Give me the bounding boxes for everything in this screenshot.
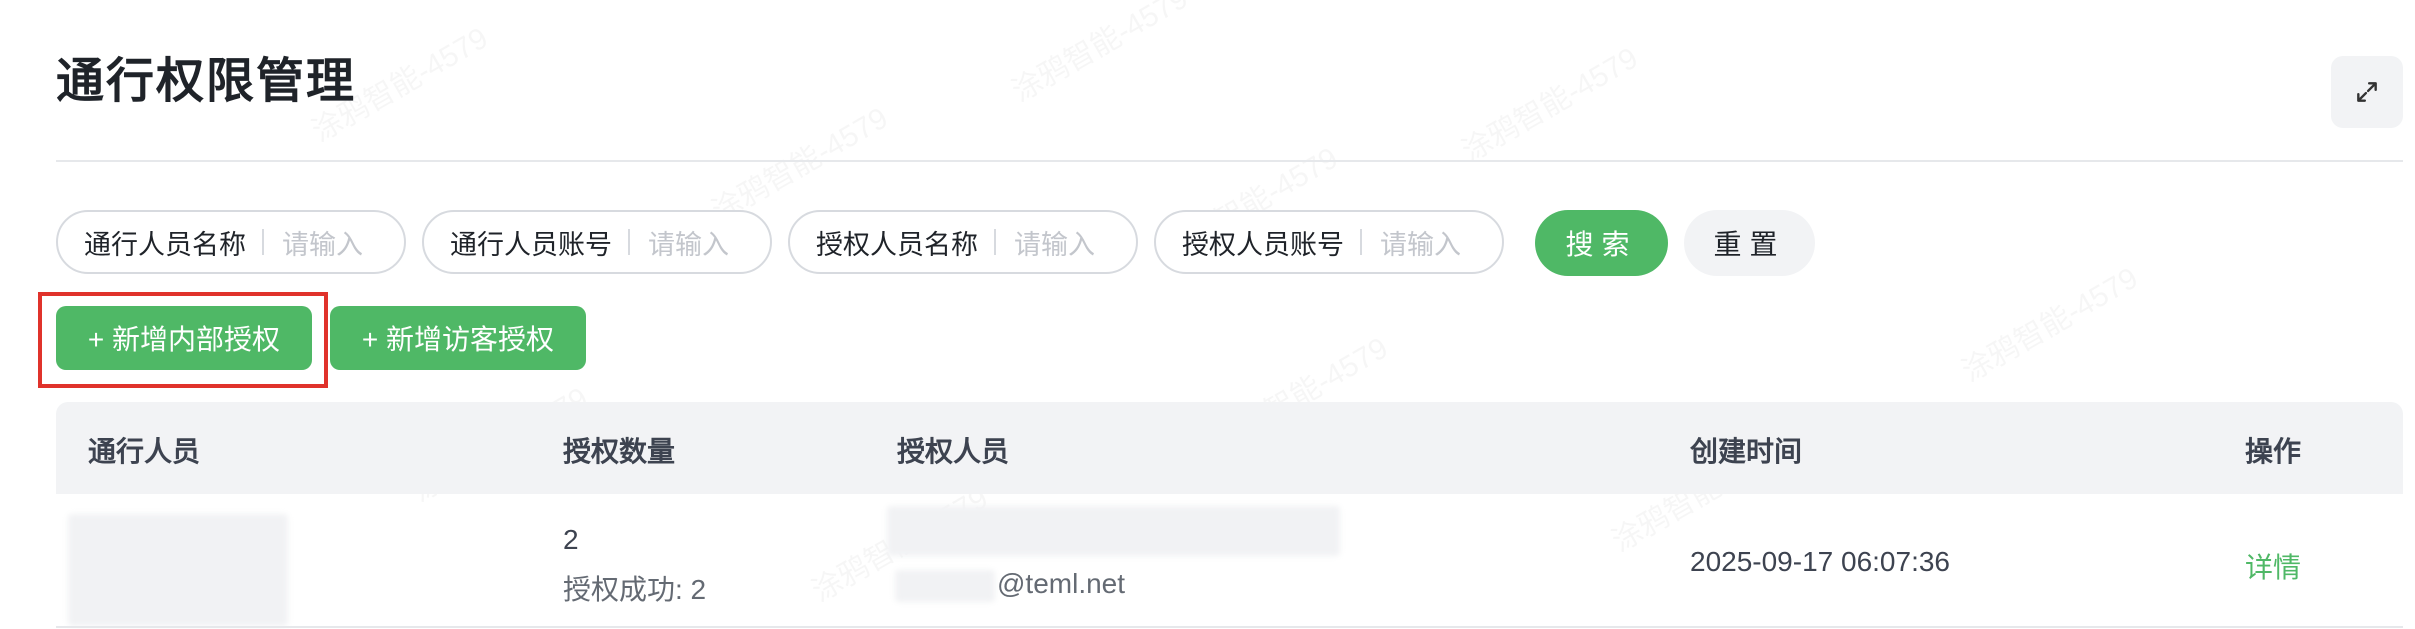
page-title: 通行权限管理 bbox=[56, 55, 357, 108]
filter-separator bbox=[262, 229, 264, 255]
filter-label: 授权人员账号 bbox=[1182, 229, 1344, 260]
filter-pass-person-account[interactable]: 通行人员账号 请输入 bbox=[422, 210, 772, 274]
column-header-authorizer[interactable]: 授权人员 bbox=[897, 430, 1009, 470]
filter-input[interactable]: 请输入 bbox=[1380, 223, 1461, 262]
reset-button[interactable]: 重置 bbox=[1684, 210, 1815, 276]
highlight-annotation bbox=[38, 292, 328, 388]
table-header bbox=[56, 402, 2403, 494]
filter-label: 通行人员名称 bbox=[84, 229, 246, 260]
filter-separator bbox=[994, 229, 996, 255]
filter-label: 授权人员名称 bbox=[816, 229, 978, 260]
filter-input[interactable]: 请输入 bbox=[1014, 223, 1095, 262]
filter-input[interactable]: 请输入 bbox=[648, 223, 729, 262]
column-header-pass-person[interactable]: 通行人员 bbox=[88, 430, 200, 470]
created-time-value: 2025-09-17 06:07:36 bbox=[1690, 546, 1950, 577]
filter-input[interactable]: 请输入 bbox=[282, 223, 363, 262]
filter-label: 通行人员账号 bbox=[450, 229, 612, 260]
column-header-created-time[interactable]: 创建时间 bbox=[1690, 430, 1802, 470]
pass-person-avatar-redacted bbox=[68, 514, 288, 626]
filter-separator bbox=[628, 229, 630, 255]
detail-link[interactable]: 详情 bbox=[2245, 546, 2301, 586]
watermark-text: 涂鸦智能-4579 bbox=[1452, 34, 1644, 170]
row-divider bbox=[56, 626, 2403, 628]
filter-pass-person-name[interactable]: 通行人员名称 请输入 bbox=[56, 210, 406, 274]
header-divider bbox=[56, 160, 2403, 162]
auth-success-count: 授权成功: 2 bbox=[563, 574, 707, 605]
auth-count-value: 2 bbox=[563, 524, 579, 555]
authorizer-email: @teml.net bbox=[997, 568, 1126, 599]
filter-authorizer-account[interactable]: 授权人员账号 请输入 bbox=[1154, 210, 1504, 274]
watermark-text: 涂鸦智能-4579 bbox=[1002, 0, 1194, 110]
expand-arrows-icon bbox=[2357, 82, 2377, 102]
filter-authorizer-name[interactable]: 授权人员名称 请输入 bbox=[788, 210, 1138, 274]
add-visitor-authorization-button[interactable]: + 新增访客授权 bbox=[330, 306, 586, 370]
search-button[interactable]: 搜索 bbox=[1535, 210, 1668, 276]
authorizer-name-redacted bbox=[887, 506, 1340, 556]
fullscreen-button[interactable] bbox=[2331, 56, 2403, 128]
filter-separator bbox=[1360, 229, 1362, 255]
column-header-auth-count[interactable]: 授权数量 bbox=[563, 430, 675, 470]
column-header-actions: 操作 bbox=[2245, 436, 2302, 467]
watermark-text: 涂鸦智能-4579 bbox=[1952, 254, 2144, 390]
authorizer-email-redacted bbox=[895, 570, 995, 602]
